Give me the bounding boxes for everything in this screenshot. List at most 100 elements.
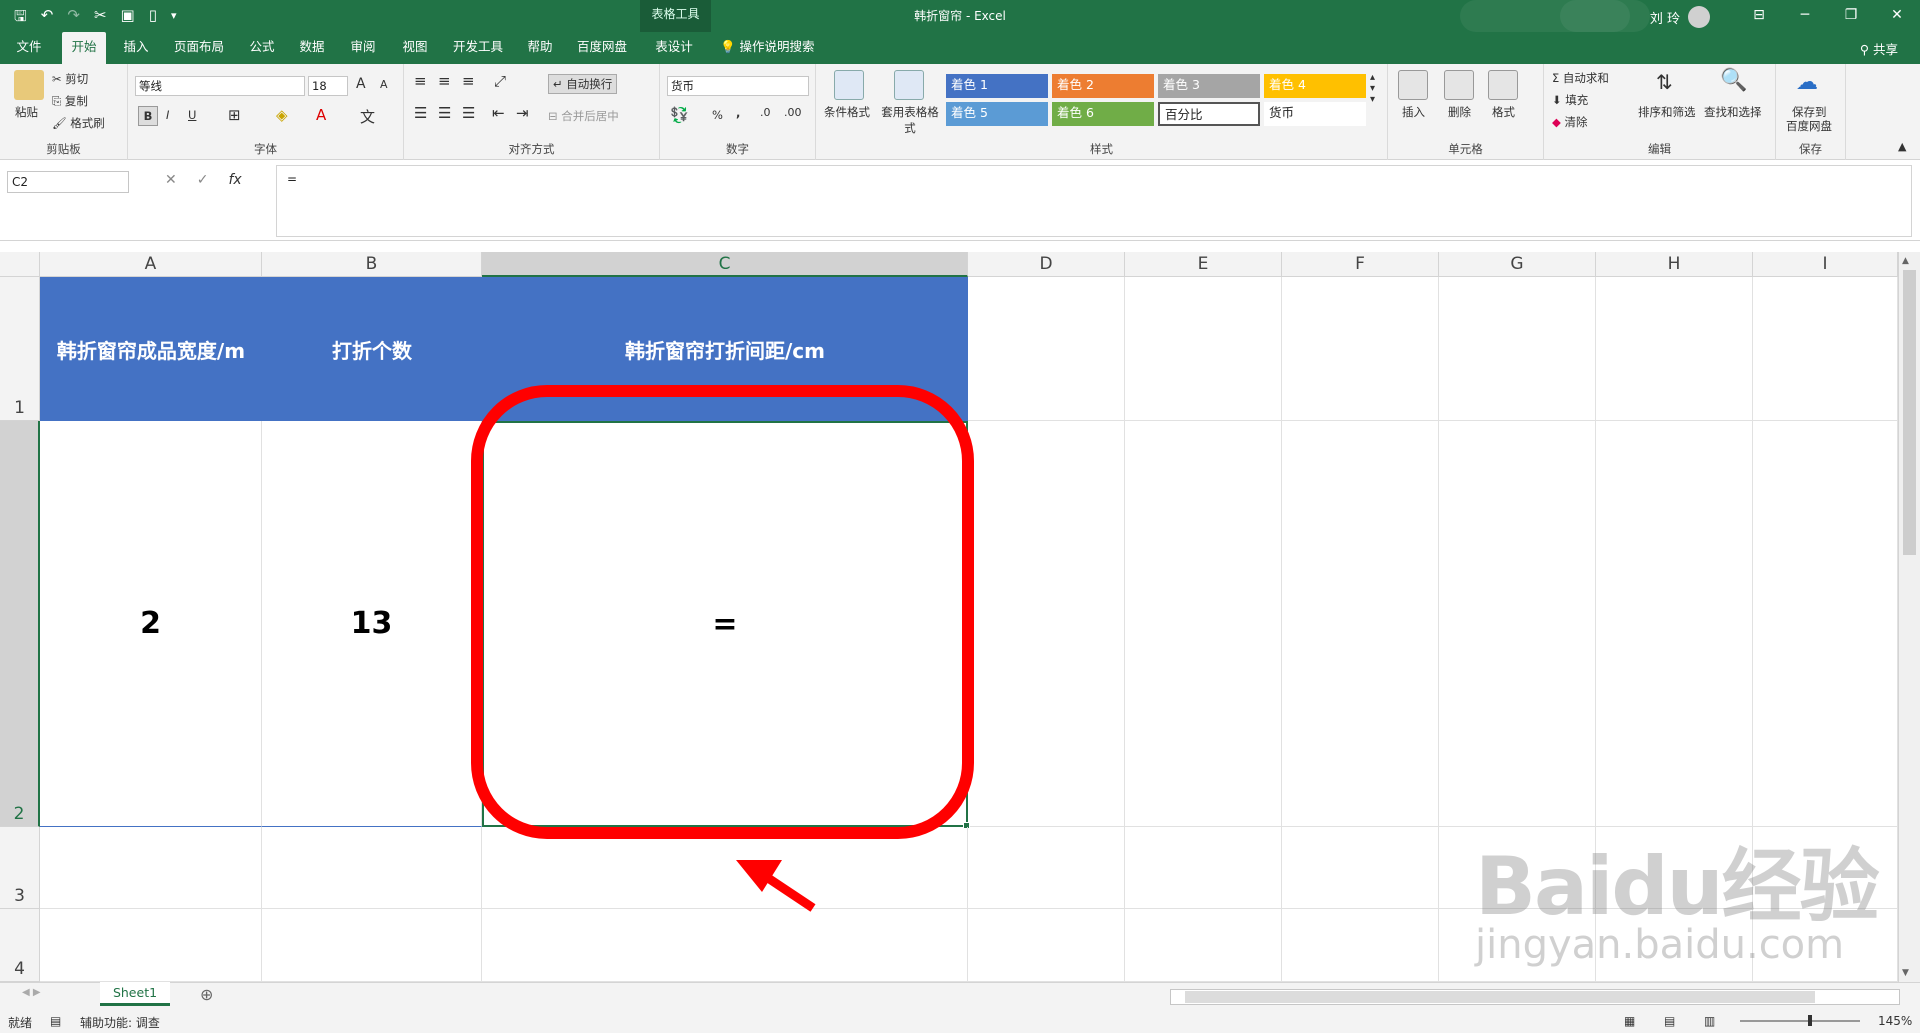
percent-style-button[interactable]: %	[712, 108, 723, 122]
copy-button[interactable]: ⎘ 复制	[52, 93, 88, 109]
decrease-font-button[interactable]: A	[380, 78, 388, 91]
style-accent-3[interactable]: 着色 3	[1158, 74, 1260, 98]
clear-button[interactable]: ◆ 清除	[1552, 114, 1588, 130]
insert-cells-icon[interactable]	[1398, 70, 1428, 100]
user-account[interactable]: 刘 玲	[1650, 6, 1710, 28]
style-accent-2[interactable]: 着色 2	[1052, 74, 1154, 98]
restore-button[interactable]: ❐	[1828, 0, 1874, 32]
page-break-view-icon[interactable]: ▥	[1704, 1014, 1715, 1028]
cancel-icon[interactable]: ✕	[165, 172, 177, 188]
add-sheet-button[interactable]: ⊕	[200, 985, 213, 1004]
collapse-ribbon-icon[interactable]: ▲	[1898, 140, 1906, 153]
style-percent[interactable]: 百分比	[1158, 102, 1260, 126]
insert-cells-button[interactable]: 插入	[1402, 104, 1425, 120]
prev-sheet-icon[interactable]: ◀ ▶	[22, 987, 41, 998]
format-cells-button[interactable]: 格式	[1492, 104, 1515, 120]
tell-me-search[interactable]: 💡 操作说明搜索	[720, 32, 840, 64]
redo-icon[interactable]: ↷	[67, 6, 80, 31]
find-icon[interactable]: 🔍	[1720, 68, 1747, 93]
undo-icon[interactable]: ↶	[41, 6, 54, 31]
sheet-tab-sheet1[interactable]: Sheet1	[100, 982, 170, 1006]
styles-gallery-scroll-icon[interactable]: ▴ ▾ ▾	[1370, 72, 1375, 105]
normal-view-icon[interactable]: ▦	[1624, 1014, 1635, 1028]
underline-button[interactable]: U	[188, 108, 196, 122]
zoom-level[interactable]: 145%	[1878, 1014, 1912, 1028]
ribbon-display-options-button[interactable]: ⊟	[1736, 0, 1782, 32]
customize-qat-icon[interactable]: ▾	[171, 9, 177, 31]
conditional-format-icon[interactable]	[834, 70, 864, 100]
tab-baidu-netdisk[interactable]: 百度网盘	[570, 32, 634, 64]
accessibility-status[interactable]: 辅助功能: 调查	[80, 1014, 160, 1031]
macro-record-icon[interactable]: ▤	[50, 1014, 61, 1028]
formula-input[interactable]: =	[276, 165, 1912, 237]
borders-icon[interactable]: ⊞	[228, 106, 241, 124]
format-as-table-button[interactable]: 套用表格格式	[880, 104, 940, 136]
align-bottom-icon[interactable]: ≡	[462, 72, 475, 90]
sort-filter-icon[interactable]: ⇅	[1656, 70, 1673, 94]
conditional-format-button[interactable]: 条件格式	[824, 104, 870, 120]
bold-button[interactable]: B	[138, 106, 158, 126]
cut-icon[interactable]: ✂	[94, 6, 107, 31]
avatar[interactable]	[1688, 6, 1710, 28]
align-middle-icon[interactable]: ≡	[438, 72, 451, 90]
horizontal-scrollbar[interactable]	[1170, 989, 1900, 1005]
close-button[interactable]: ✕	[1874, 0, 1920, 32]
minimize-button[interactable]: ─	[1782, 0, 1828, 32]
tab-home[interactable]: 开始	[62, 32, 106, 64]
increase-indent-icon[interactable]: ⇥	[516, 104, 529, 122]
name-box[interactable]: C2	[7, 171, 129, 193]
tab-developer[interactable]: 开发工具	[446, 32, 510, 64]
cloud-icon[interactable]: ☁	[1796, 70, 1818, 95]
tab-table-design[interactable]: 表设计	[644, 32, 704, 64]
tab-insert[interactable]: 插入	[116, 32, 156, 64]
delete-cells-button[interactable]: 删除	[1448, 104, 1471, 120]
paste-button[interactable]: 粘贴	[15, 104, 38, 120]
font-color-icon[interactable]: A	[316, 106, 326, 124]
decrease-decimal-icon[interactable]: .00	[784, 106, 802, 119]
tab-file[interactable]: 文件	[8, 32, 50, 64]
accounting-format-icon[interactable]: 💱	[670, 106, 689, 124]
format-cells-icon[interactable]	[1488, 70, 1518, 100]
style-accent-1[interactable]: 着色 1	[946, 74, 1048, 98]
screenshot-icon[interactable]: ▣	[121, 6, 135, 31]
vertical-scroll-thumb[interactable]	[1903, 270, 1916, 555]
fill-button[interactable]: ⬇ 填充	[1552, 92, 1588, 108]
tab-data[interactable]: 数据	[292, 32, 332, 64]
tab-page-layout[interactable]: 页面布局	[166, 32, 232, 64]
align-top-icon[interactable]: ≡	[414, 72, 427, 90]
delete-cells-icon[interactable]	[1444, 70, 1474, 100]
align-right-icon[interactable]: ☰	[462, 104, 475, 122]
style-accent-6[interactable]: 着色 6	[1052, 102, 1154, 126]
scroll-down-icon[interactable]: ▼	[1902, 968, 1909, 978]
align-left-icon[interactable]: ☰	[414, 104, 427, 122]
autosum-button[interactable]: Σ 自动求和	[1552, 70, 1609, 86]
italic-button[interactable]: I	[166, 108, 169, 122]
enter-icon[interactable]: ✓	[197, 172, 209, 188]
find-select-button[interactable]: 查找和选择	[1704, 104, 1762, 120]
zoom-slider-thumb[interactable]	[1808, 1015, 1812, 1026]
insert-function-button[interactable]: fx	[228, 172, 241, 188]
align-center-icon[interactable]: ☰	[438, 104, 451, 122]
comma-style-button[interactable]: ,	[736, 106, 740, 120]
fill-color-icon[interactable]: ◈	[276, 106, 288, 124]
sort-filter-button[interactable]: 排序和筛选	[1638, 104, 1696, 120]
decrease-indent-icon[interactable]: ⇤	[492, 104, 505, 122]
zoom-slider[interactable]	[1740, 1020, 1860, 1022]
format-as-table-icon[interactable]	[894, 70, 924, 100]
increase-font-button[interactable]: A	[356, 76, 366, 92]
wrap-text-button[interactable]: ↵ 自动换行	[548, 74, 618, 94]
scroll-up-icon[interactable]: ▲	[1902, 256, 1909, 266]
cut-button[interactable]: ✂ 剪切	[52, 71, 88, 87]
save-icon[interactable]: 🖫	[14, 6, 27, 31]
new-file-icon[interactable]: ▯	[149, 6, 157, 31]
phonetic-icon[interactable]: 文	[360, 106, 375, 127]
share-button[interactable]: ⚲ 共享	[1860, 39, 1898, 58]
style-currency[interactable]: 货币	[1264, 102, 1366, 126]
format-painter-button[interactable]: 🖌 格式刷	[52, 115, 105, 131]
baidu-netdisk-label[interactable]: 百度网盘	[1786, 118, 1832, 134]
style-accent-4[interactable]: 着色 4	[1264, 74, 1366, 98]
horizontal-scroll-thumb[interactable]	[1185, 991, 1815, 1003]
merge-center-button[interactable]: ⊟ 合并后居中	[548, 108, 619, 124]
number-format-select[interactable]: 货币	[667, 76, 809, 96]
style-accent-5[interactable]: 着色 5	[946, 102, 1048, 126]
